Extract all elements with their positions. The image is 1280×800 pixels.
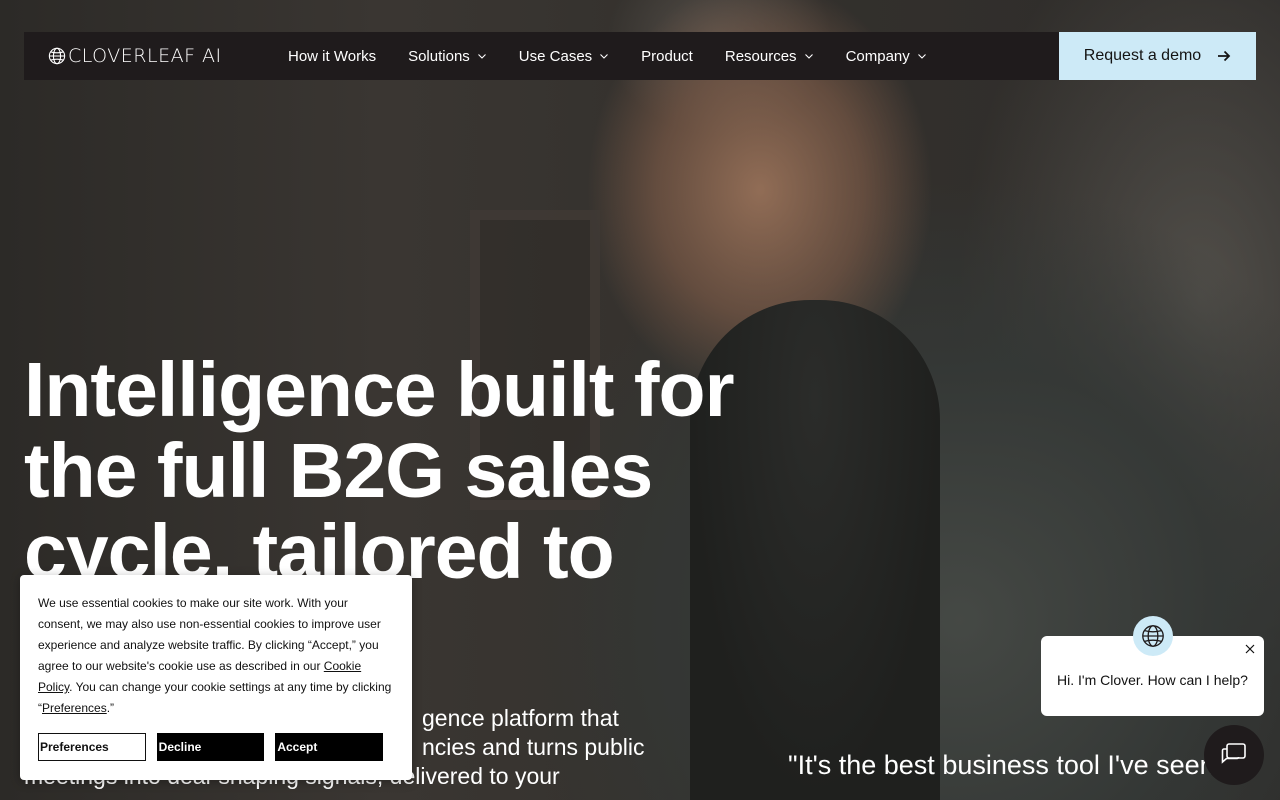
- nav-item-label: Resources: [724, 47, 797, 65]
- chevron-down-icon: [804, 54, 813, 59]
- chat-launcher-button[interactable]: [1204, 725, 1264, 785]
- nav-item-product[interactable]: Product: [641, 48, 693, 65]
- nav-item-use-cases[interactable]: Use Cases: [519, 48, 609, 65]
- chat-greeting-message: Hi. I'm Clover. How can I help?: [1057, 672, 1248, 688]
- cookie-consent-text: We use essential cookies to make our sit…: [38, 593, 394, 719]
- arrow-right-icon: [1218, 50, 1231, 62]
- nav-item-label: Product: [641, 47, 693, 65]
- nav-item-resources[interactable]: Resources: [725, 48, 814, 65]
- cookie-decline-button[interactable]: Decline: [156, 733, 265, 761]
- globe-icon: [1142, 625, 1164, 647]
- hero-headline-line: Intelligence built for: [24, 347, 735, 433]
- chat-avatar: [1133, 616, 1173, 656]
- cookie-button-row: Preferences Decline Accept: [38, 733, 394, 761]
- brand-name: CLOVERLEAF AI: [68, 45, 222, 67]
- testimonial-quote: "It's the best business tool I've seen: [788, 750, 1215, 780]
- nav-item-label: Solutions: [408, 47, 470, 65]
- request-demo-button[interactable]: Request a demo: [1059, 32, 1256, 80]
- cookie-text-part: .”: [106, 701, 115, 715]
- globe-icon: [48, 47, 66, 65]
- cookie-preferences-button[interactable]: Preferences: [38, 733, 146, 761]
- top-navigation: CLOVERLEAF AI How it Works Solutions Use…: [24, 32, 1059, 80]
- nav-item-how-it-works[interactable]: How it Works: [288, 48, 376, 65]
- nav-item-label: Use Cases: [518, 47, 593, 65]
- preferences-link[interactable]: Preferences: [42, 701, 107, 715]
- chat-bubble-icon: [1221, 743, 1246, 764]
- chat-greeting-popup: Hi. I'm Clover. How can I help?: [1041, 616, 1264, 716]
- chevron-down-icon: [600, 54, 609, 59]
- nav-item-label: Company: [845, 47, 910, 65]
- nav-menu: How it Works Solutions Use Cases Product…: [288, 48, 959, 65]
- chevron-down-icon: [477, 54, 486, 59]
- chevron-down-icon: [917, 54, 926, 59]
- cookie-accept-button[interactable]: Accept: [275, 733, 384, 761]
- hero-headline-line: the full B2G sales: [24, 428, 653, 514]
- nav-item-solutions[interactable]: Solutions: [408, 48, 487, 65]
- close-icon[interactable]: [1244, 643, 1256, 655]
- brand-logo[interactable]: CLOVERLEAF AI: [48, 45, 288, 67]
- cookie-consent-banner: We use essential cookies to make our sit…: [20, 575, 412, 780]
- nav-item-company[interactable]: Company: [846, 48, 927, 65]
- request-demo-label: Request a demo: [1083, 47, 1202, 64]
- nav-item-label: How it Works: [288, 47, 377, 65]
